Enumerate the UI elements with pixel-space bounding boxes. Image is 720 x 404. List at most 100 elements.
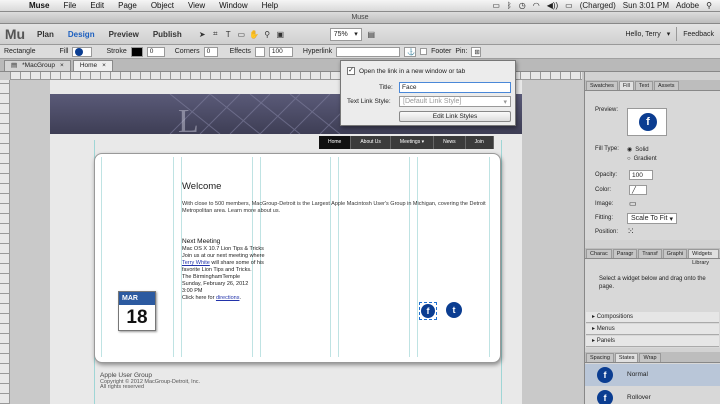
zoom-tool-icon[interactable]: ⚲ [262,29,273,40]
corners-input[interactable]: 0 [203,46,218,57]
state-rollover-label: Rollover [627,394,651,401]
tab-states[interactable]: States [614,353,639,362]
hand-tool-icon[interactable]: ✋ [249,29,260,40]
battery-icon[interactable]: ▭ [565,1,573,10]
close-icon[interactable]: × [102,61,106,71]
color-swatch[interactable]: ╱ [629,185,647,195]
tab-transform[interactable]: Transf [638,249,662,258]
state-rollover[interactable]: f Rollover [585,387,720,404]
menu-edit[interactable]: Edit [83,1,111,10]
stroke-swatch[interactable] [130,46,143,57]
battery-status[interactable]: (Charged) [580,1,616,10]
clock[interactable]: Sun 3:01 PM [623,1,669,10]
tab-wrap[interactable]: Wrap [639,353,661,362]
directions-link[interactable]: directions [216,295,240,301]
new-window-checkbox[interactable]: ✓ [347,67,355,75]
welcome-heading[interactable]: Welcome [182,181,221,192]
tab-paragraph[interactable]: Paragr [612,249,638,258]
tab-widgets-library[interactable]: Widgets Library [688,249,719,266]
hyperlink-options-popup[interactable]: ✓ Open the link in a new window or tab T… [340,60,516,126]
design-canvas[interactable]: L Home About Us Meetings ▾ News Join Wel… [10,80,582,404]
meeting-heading[interactable]: Next Meeting [182,238,220,245]
screen-icon[interactable]: ▭ [492,1,500,10]
menu-help[interactable]: Help [255,1,285,10]
menu-window[interactable]: Window [212,1,254,10]
position-grid-icon[interactable]: ⁙ [627,226,635,237]
text-tool-icon[interactable]: T [223,29,234,40]
nav-meetings[interactable]: Meetings ▾ [390,136,435,149]
frame-tool-icon[interactable]: ▣ [275,29,286,40]
section-label: Menus [596,326,615,332]
menu-page[interactable]: Page [111,1,144,10]
edit-link-styles-button[interactable]: Edit Link Styles [399,111,511,122]
volume-icon[interactable]: ◀)) [547,1,558,10]
tab-spacing[interactable]: Spacing [586,353,614,362]
intro-text[interactable]: With close to 500 members, MacGroup-Detr… [182,201,502,215]
hyperlink-label[interactable]: Hyperlink [303,48,332,55]
title-input[interactable]: Face [399,82,511,93]
vertical-ruler[interactable] [0,80,10,404]
nav-join[interactable]: Join [465,136,494,149]
selection-frame[interactable]: f [419,302,437,320]
calendar-icon[interactable]: MAR 18 [118,291,156,331]
search-icon[interactable]: ⚲ [706,1,712,10]
folder-icon[interactable]: ▭ [629,199,637,208]
mode-design[interactable]: Design [61,30,102,39]
site-footer[interactable]: Apple User Group Copyright © 2012 MacGro… [96,372,200,390]
tab-fill[interactable]: Fill [618,81,634,90]
opacity-input[interactable]: 100 [268,46,293,57]
greeting[interactable]: Hello, Terry [625,31,660,38]
gradient-radio[interactable]: ○ Gradient [627,156,657,162]
stroke-width-input[interactable]: 0 [146,46,165,57]
footer-checkbox[interactable] [420,48,428,55]
menu-view[interactable]: View [181,1,212,10]
feedback-button[interactable]: Feedback [683,31,714,38]
link-style-select[interactable]: [Default Link Style] ▾ [399,96,511,107]
meeting-details[interactable]: Mac OS X 10.7 Lion Tips & Tricks Join us… [182,246,265,302]
anchor-icon[interactable]: ⚓ [404,46,417,57]
effects-swatch[interactable] [254,46,265,57]
tab-macgroup[interactable]: ▤ *MacGroup × [4,60,71,71]
fill-swatch[interactable] [72,46,93,57]
mode-publish[interactable]: Publish [146,30,189,39]
facebook-icon[interactable]: f [421,304,435,318]
tab-character[interactable]: Charac [586,249,612,258]
site-nav-menu[interactable]: Home About Us Meetings ▾ News Join [319,136,494,149]
section-menus[interactable]: ▸ Menus [586,324,719,335]
pin-grid-icon[interactable]: ⊞ [471,46,482,57]
section-compositions[interactable]: ▸ Compositions [586,312,719,323]
nav-home[interactable]: Home [319,136,352,149]
arrow-tool-icon[interactable]: ➤ [197,29,208,40]
rectangle-tool-icon[interactable]: ▭ [236,29,247,40]
content-card[interactable] [94,153,501,363]
fitting-select[interactable]: Scale To Fit ▾ [627,213,677,224]
tab-home[interactable]: Home × [72,60,113,71]
mode-plan[interactable]: Plan [30,30,61,39]
user-menu[interactable]: Adobe [676,1,699,10]
hyperlink-input[interactable] [336,46,401,57]
close-icon[interactable]: × [60,61,64,71]
twitter-icon[interactable]: t [446,302,462,318]
nav-about[interactable]: About Us [351,136,391,149]
wifi-icon[interactable]: ◠ [533,1,540,10]
zoom-select[interactable]: 75% ▾ [329,27,362,41]
bluetooth-icon[interactable]: ᛒ [507,1,512,10]
section-panels[interactable]: ▸ Panels [586,336,719,347]
menu-file[interactable]: File [56,1,83,10]
tab-text[interactable]: Text [634,81,653,90]
speaker-link[interactable]: Terry White [182,260,210,266]
opacity-input[interactable]: 100 [629,170,653,180]
clock-icon[interactable]: ◷ [519,1,526,10]
tab-swatches[interactable]: Swatches [586,81,618,90]
menu-muse[interactable]: Muse [22,1,56,10]
state-normal[interactable]: f Normal [585,364,720,386]
crop-tool-icon[interactable]: ⌗ [210,29,221,40]
nav-news[interactable]: News [434,136,466,149]
mode-preview[interactable]: Preview [102,30,146,39]
view-options-icon[interactable]: ▤ [366,29,377,40]
solid-radio[interactable]: ◉ Solid [627,146,649,154]
menu-object[interactable]: Object [144,1,181,10]
state-normal-label: Normal [627,371,648,378]
tab-graphic[interactable]: Graphi [662,249,688,258]
tab-assets[interactable]: Assets [653,81,679,90]
